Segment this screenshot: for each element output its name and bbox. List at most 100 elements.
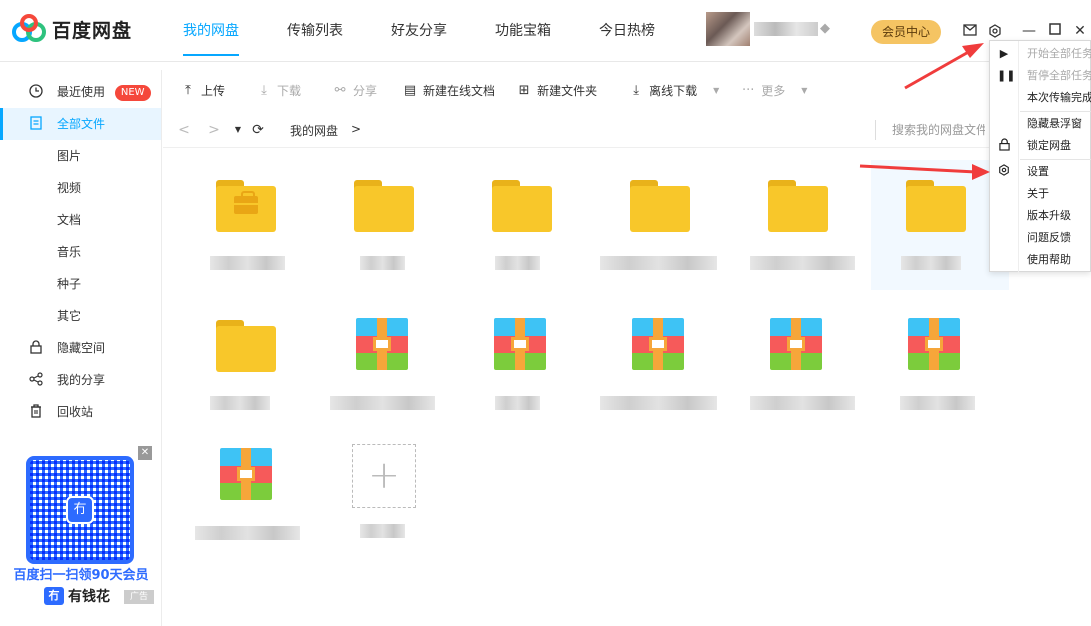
menu-item-lock-disk[interactable]: 锁定网盘 (990, 135, 1091, 157)
gear-icon (997, 164, 1011, 180)
minimize-button[interactable]: — (1021, 22, 1037, 40)
folder-icon (216, 320, 276, 372)
menu-item-label: 开始全部任务 (1027, 47, 1091, 60)
mail-icon[interactable] (962, 24, 978, 40)
menu-item-upgrade[interactable]: 版本升级 (990, 205, 1091, 227)
chevron-down-icon[interactable]: ▼ (801, 86, 807, 95)
offline-download-button[interactable]: ⤓ 离线下载 ▼ (629, 70, 719, 110)
user-account[interactable]: ◆ (706, 12, 836, 46)
new-online-doc-button[interactable]: ▤ 新建在线文档 (403, 70, 495, 110)
sidebar-item-label: 隐藏空间 (57, 341, 106, 355)
baidu-netdisk-logo-icon (12, 14, 46, 42)
file-item-archive[interactable] (451, 300, 589, 430)
new-folder-button[interactable]: ⊞ 新建文件夹 (517, 70, 597, 110)
menu-item-pause-all[interactable]: ❚❚ 暂停全部任务 (990, 65, 1091, 87)
sidebar-item-videos[interactable]: 视频 (0, 172, 161, 204)
trash-icon (28, 404, 44, 420)
archive-icon (494, 318, 546, 370)
new-badge: NEW (114, 84, 151, 101)
history-dropdown-icon[interactable]: ▼ (231, 121, 245, 139)
maximize-button[interactable] (1047, 22, 1063, 40)
upload-icon: ⤒ (185, 82, 191, 98)
ad-close-icon[interactable]: ✕ (138, 446, 152, 460)
vip-center-button[interactable]: 会员中心 (871, 20, 941, 44)
file-name-redacted (750, 396, 855, 410)
file-item-folder[interactable] (589, 160, 727, 290)
file-item-folder[interactable] (175, 300, 313, 430)
menu-item-start-all[interactable]: ▶ 开始全部任务 (990, 43, 1091, 65)
menu-item-label: 问题反馈 (1027, 231, 1071, 244)
menu-item-about[interactable]: 关于 (990, 183, 1091, 205)
ad-brand-logo-icon: 冇 (44, 587, 64, 605)
file-name-redacted (600, 396, 717, 410)
add-file-icon[interactable]: + (352, 444, 416, 508)
locked-folder-icon (216, 180, 276, 232)
ad-text: 百度扫一扫领90天会员 (13, 568, 149, 583)
file-item-archive[interactable] (589, 300, 727, 430)
nav-friend-share[interactable]: 好友分享 (376, 0, 462, 62)
sidebar-item-recent[interactable]: 最近使用 NEW (0, 76, 161, 108)
qr-brand-mark: 冇 (66, 496, 94, 524)
sidebar: 最近使用 NEW 全部文件 图片 视频 文档 音乐 种子 其它 隐藏空间 我的分… (0, 70, 162, 626)
file-name-redacted (195, 526, 300, 540)
sidebar-item-other[interactable]: 其它 (0, 300, 161, 332)
document-icon (28, 116, 44, 132)
clock-icon (28, 84, 44, 100)
download-icon: ⤓ (261, 82, 267, 98)
breadcrumb-root[interactable]: 我的网盘 (290, 122, 338, 139)
search-input[interactable] (875, 120, 985, 140)
file-item-folder[interactable] (451, 160, 589, 290)
more-dots-icon: ··· (742, 82, 755, 98)
menu-item-shutdown-after[interactable]: 本次传输完成后关机 (990, 87, 1091, 109)
menu-item-settings[interactable]: 设置 (990, 161, 1091, 183)
app-logo[interactable]: 百度网盘 (12, 14, 132, 44)
sidebar-item-documents[interactable]: 文档 (0, 204, 161, 236)
new-document-icon: ▤ (403, 82, 417, 98)
sidebar-item-my-shares[interactable]: 我的分享 (0, 364, 161, 396)
file-item-add[interactable]: + (313, 320, 451, 538)
sidebar-item-label: 最近使用 (57, 85, 106, 99)
folder-icon (354, 180, 414, 232)
sidebar-item-recycle-bin[interactable]: 回收站 (0, 396, 161, 428)
sidebar-item-label: 全部文件 (57, 117, 106, 131)
settings-gear-icon[interactable] (987, 24, 1003, 40)
sidebar-item-music[interactable]: 音乐 (0, 236, 161, 268)
menu-item-label: 暂停全部任务 (1027, 69, 1091, 82)
menu-item-label: 关于 (1027, 187, 1049, 200)
new-folder-icon: ⊞ (518, 82, 530, 98)
nav-toolbox[interactable]: 功能宝箱 (480, 0, 566, 62)
file-item-archive[interactable] (175, 430, 313, 560)
file-item-folder[interactable] (727, 160, 865, 290)
advertisement[interactable]: 冇 ✕ 百度扫一扫领90天会员 冇 有钱花 广告 (6, 446, 156, 608)
menu-item-help[interactable]: 使用帮助 (990, 249, 1091, 271)
share-button[interactable]: ⚯ 分享 (333, 70, 377, 110)
download-label: 下载 (277, 83, 302, 98)
file-item-folder-hidden[interactable] (175, 160, 313, 290)
sidebar-item-images[interactable]: 图片 (0, 140, 161, 172)
file-item-folder[interactable] (313, 160, 451, 290)
menu-item-hide-float[interactable]: 隐藏悬浮窗 (990, 113, 1091, 135)
file-name-redacted (495, 396, 540, 410)
sidebar-item-hidden-space[interactable]: 隐藏空间 (0, 332, 161, 364)
menu-item-feedback[interactable]: 问题反馈 (990, 227, 1091, 249)
nav-my-netdisk[interactable]: 我的网盘 (168, 0, 254, 62)
share-icon: ⚯ (334, 82, 346, 98)
more-button[interactable]: ··· 更多 ▼ (741, 70, 807, 110)
nav-transfer-list[interactable]: 传输列表 (272, 0, 358, 62)
close-button[interactable]: ✕ (1072, 22, 1088, 40)
file-item-archive[interactable] (865, 300, 1003, 430)
sidebar-item-all-files[interactable]: 全部文件 (0, 108, 161, 140)
sidebar-item-torrents[interactable]: 种子 (0, 268, 161, 300)
file-item-archive[interactable] (727, 300, 865, 430)
file-name-redacted (900, 396, 975, 410)
download-button[interactable]: ⤓ 下载 (257, 70, 301, 110)
nav-hot-list[interactable]: 今日热榜 (584, 0, 670, 62)
avatar[interactable] (706, 12, 750, 46)
upload-button[interactable]: ⤒ 上传 (181, 70, 225, 110)
settings-dropdown-menu: ▶ 开始全部任务 ❚❚ 暂停全部任务 本次传输完成后关机 隐藏悬浮窗 锁定网盘 … (989, 40, 1091, 273)
chevron-down-icon[interactable]: ▼ (713, 86, 719, 95)
refresh-icon[interactable]: ⟳ (251, 121, 265, 139)
forward-arrow-icon[interactable]: > (207, 121, 221, 139)
back-arrow-icon[interactable]: < (177, 121, 191, 139)
folder-icon (906, 180, 966, 232)
